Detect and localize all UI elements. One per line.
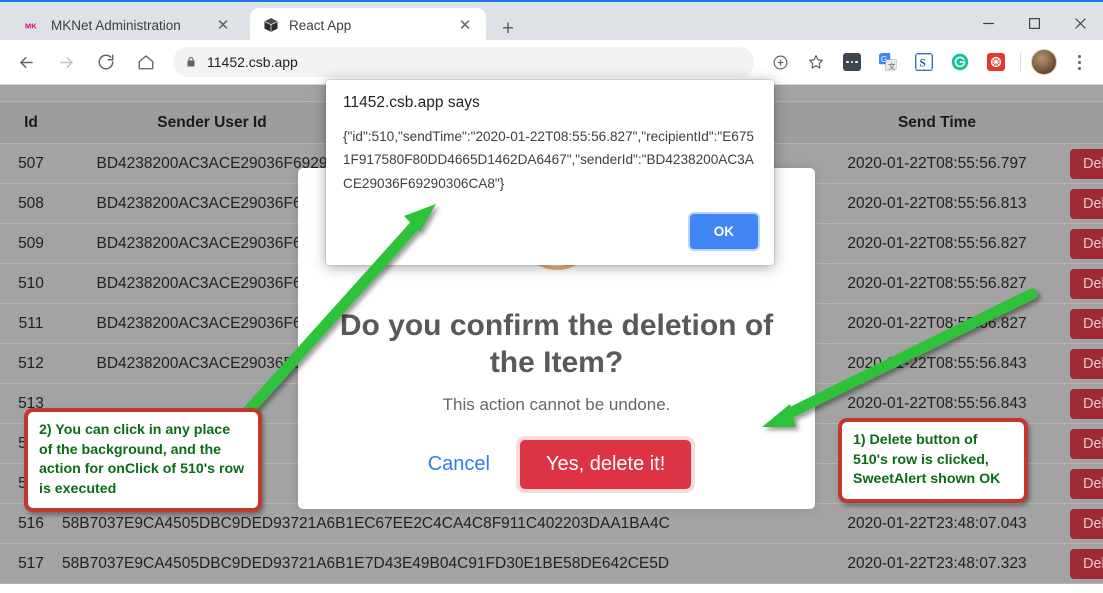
- close-icon[interactable]: [1057, 4, 1103, 42]
- tab-close-icon[interactable]: ✕: [454, 14, 476, 36]
- red-extension-icon[interactable]: [981, 47, 1011, 77]
- tab-close-icon[interactable]: ✕: [212, 14, 234, 36]
- alert-title: 11452.csb.app says: [343, 94, 480, 111]
- svg-text:S: S: [920, 58, 926, 70]
- bookmark-star-icon[interactable]: [801, 47, 831, 77]
- tab-title: MKNet Administration: [51, 17, 181, 33]
- s-extension-icon[interactable]: S: [909, 47, 939, 77]
- alert-message: {"id":510,"sendTime":"2020-01-22T08:55:5…: [343, 129, 754, 191]
- browser-toolbar: 11452.csb.app G 文 S: [0, 40, 1103, 85]
- tab-title: React App: [289, 17, 352, 33]
- address-bar[interactable]: 11452.csb.app: [173, 47, 754, 77]
- browser-tab-react-app[interactable]: React App ✕: [250, 8, 486, 42]
- maximize-icon[interactable]: [1011, 4, 1057, 42]
- back-arrow-icon[interactable]: [9, 45, 43, 79]
- minimize-icon[interactable]: [965, 4, 1011, 42]
- google-translate-icon[interactable]: G 文: [873, 47, 903, 77]
- alert-ok-button[interactable]: OK: [689, 214, 758, 249]
- sweetalert-title: Do you confirm the deletion of the Item?: [339, 309, 774, 379]
- mk-logo-icon: MK: [24, 17, 41, 34]
- annotation-background-click: 2) You can click in any place of the bac…: [24, 408, 262, 513]
- add-to-profile-icon[interactable]: [765, 47, 795, 77]
- sweetalert-text: This action cannot be undone.: [442, 395, 671, 414]
- sweetalert-actions: Cancel Yes, delete it!: [298, 440, 815, 489]
- reload-icon[interactable]: [89, 45, 123, 79]
- browser-window: MK MKNet Administration ✕ React App ✕ + …: [0, 0, 1103, 593]
- chrome-menu-icon[interactable]: [1064, 47, 1094, 77]
- profile-avatar[interactable]: [1031, 49, 1057, 75]
- forward-arrow-icon: [49, 45, 83, 79]
- cancel-button[interactable]: Cancel: [422, 445, 496, 484]
- browser-tab-mknet[interactable]: MK MKNet Administration ✕: [12, 8, 244, 42]
- codesandbox-icon: [262, 17, 279, 34]
- home-icon[interactable]: [129, 45, 163, 79]
- svg-text:文: 文: [888, 61, 896, 71]
- toolbar-divider: [1020, 53, 1021, 71]
- extension-dots-icon[interactable]: [837, 47, 867, 77]
- svg-text:MK: MK: [25, 21, 37, 30]
- confirm-delete-button[interactable]: Yes, delete it!: [519, 440, 692, 489]
- grammarly-icon[interactable]: [945, 47, 975, 77]
- annotation-delete-clicked: 1) Delete button of 510's row is clicked…: [838, 418, 1028, 503]
- window-controls: [965, 4, 1103, 42]
- new-tab-button[interactable]: +: [494, 15, 522, 43]
- lock-icon: [185, 56, 197, 68]
- toolbar-actions: G 文 S: [762, 47, 1103, 77]
- window-title-bar: MK MKNet Administration ✕ React App ✕ +: [0, 0, 1103, 43]
- address-bar-url: 11452.csb.app: [207, 54, 298, 70]
- javascript-alert-dialog: 11452.csb.app says {"id":510,"sendTime":…: [326, 80, 774, 265]
